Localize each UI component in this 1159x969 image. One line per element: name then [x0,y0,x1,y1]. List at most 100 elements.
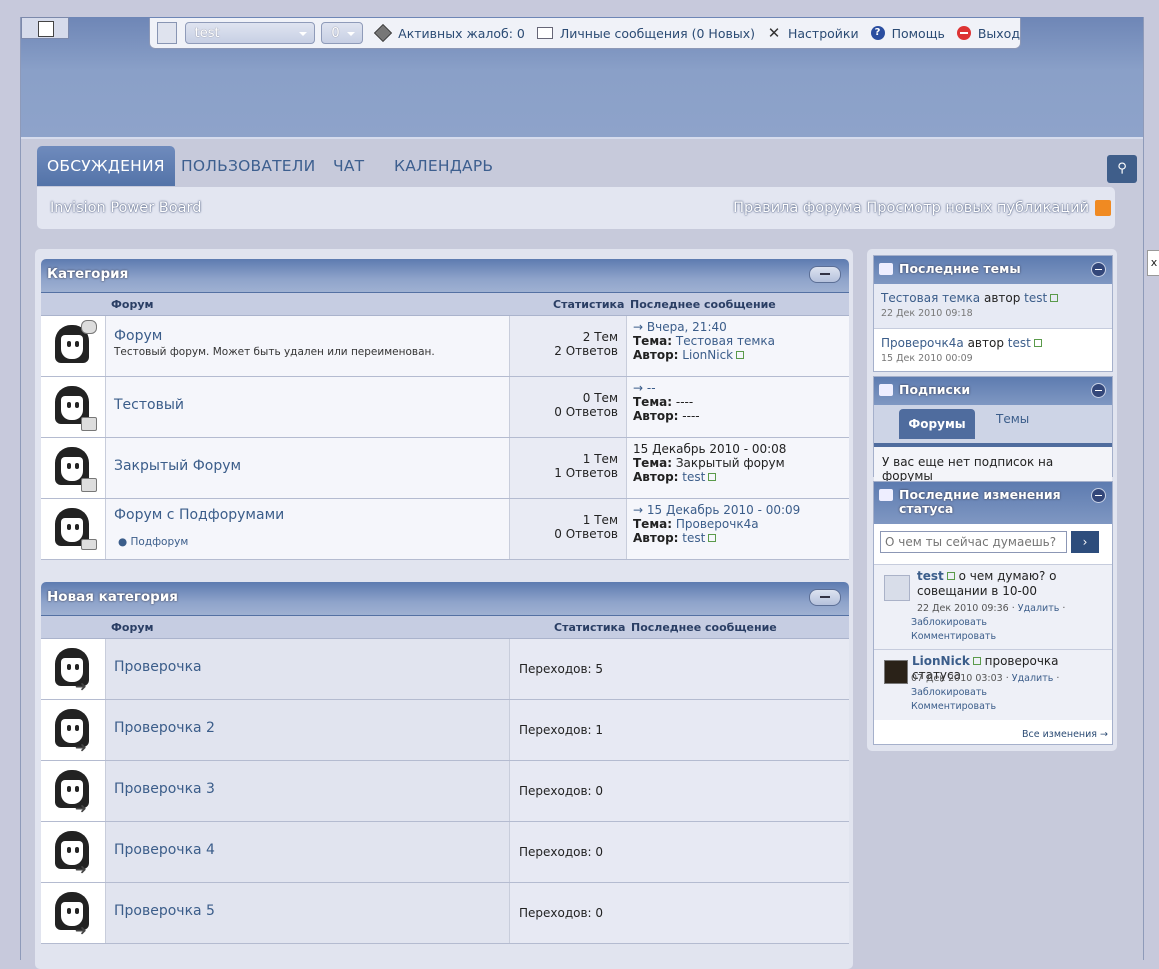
collapse-button[interactable] [809,589,841,606]
rss-icon[interactable] [1095,200,1111,216]
avatar[interactable] [884,660,908,684]
status-icon [879,489,893,501]
forum-stats: 1 Тем 0 Ответов [509,499,627,559]
user-menu-dropdown[interactable]: test [184,22,316,44]
tab-users[interactable]: ПОЛЬЗОВАТЕЛИ [181,146,315,186]
external-link-icon [1050,294,1059,302]
username: test [194,26,220,41]
logout-icon [956,26,971,40]
logo-icon[interactable] [21,17,69,39]
redirect-forum-icon: ➜ [41,822,106,882]
column-headers: Форум Статистика Последнее сообщение [41,616,849,639]
forum-icon [41,438,106,498]
table-row: Закрытый Форум 1 Тем 1 Ответов 15 Декабрь… [41,438,849,499]
block-header: Последние темы [874,256,1112,284]
status-input[interactable] [880,531,1067,553]
notifications-dropdown[interactable]: 0 [321,22,364,44]
table-row: ➜ Проверочка 2 Переходов: 1 [41,700,849,761]
list-item: LionNick проверочка статуса 07 Дек 2010 … [874,650,1112,720]
forum-name[interactable]: Проверочка 2 [114,720,215,736]
redirect-forum-icon: ➜ [41,639,106,699]
redirect-count: Переходов: 1 [509,700,849,760]
minimize-icon[interactable] [1091,383,1106,398]
status-updates-block: Последние изменения статуса › test о чем… [873,481,1113,745]
complaints-link[interactable]: Активных жалоб: 0 [374,23,525,43]
redirect-forum-icon: ➜ [41,700,106,760]
external-link-icon [946,572,955,580]
forum-name[interactable]: Проверочка 5 [114,903,215,919]
status-form: › [874,524,1112,565]
avatar[interactable] [884,575,910,601]
last-post: 15 Декабрь 2010 - 00:08 Тема: Закрытый ф… [633,442,787,484]
last-post: → Вчера, 21:40 Тема: Тестовая темка Авто… [633,320,775,362]
redirect-arrow-icon: ➜ [75,801,87,817]
breadcrumb-bar: Invision Power Board Правила форума Прос… [37,187,1115,229]
user-avatar[interactable] [157,22,177,44]
collapse-button[interactable] [809,266,841,283]
all-status-link[interactable]: Все изменения → [1022,729,1108,740]
forum-name[interactable]: Форум [114,328,162,344]
lock-icon [81,417,97,431]
external-link-icon [736,351,745,359]
help-icon: ? [870,26,885,40]
tab-forums[interactable]: Форумы [899,409,975,439]
redirect-arrow-icon: ➜ [75,679,87,695]
messages-link[interactable]: Личные сообщения (0 Новых) [536,26,755,41]
page-wrapper: test 0 Активных жалоб: 0 Личные сообщени… [20,17,1144,969]
search-button[interactable]: ⚲ [1107,155,1137,183]
forum-icon [41,499,106,559]
forum-icon [41,377,106,437]
table-row: Форум с Подфорумами ● Подфорум 1 Тем 0 От… [41,499,849,560]
redirect-forum-icon: ➜ [41,761,106,821]
minimize-icon[interactable] [1091,262,1106,277]
forum-stats: 0 Тем 0 Ответов [509,377,627,437]
sidebar: Последние темы Тестовая темка автор test… [867,249,1117,751]
external-link-icon [708,473,717,481]
forum-stats: 2 Тем 2 Ответов [509,316,627,376]
topics-icon [879,263,893,275]
category-header: Категория [41,259,849,293]
logout-link[interactable]: Выход [956,26,1020,41]
category-header: Новая категория [41,582,849,616]
forum-description: Тестовый форум. Может быть удален или пе… [114,346,435,358]
rules-link[interactable]: Правила форума [733,200,862,216]
lock-icon [81,478,97,492]
last-post: → 15 Декабрь 2010 - 00:09 Тема: Провероч… [633,503,801,545]
forum-name[interactable]: Проверочка 4 [114,842,215,858]
chevron-down-icon [347,32,356,36]
main-nav: ОБСУЖДЕНИЯ ПОЛЬЗОВАТЕЛИ ЧАТ КАЛЕНДАРЬ ⚲ [37,145,1137,187]
list-item: Проверочк4а автор test 15 Дек 2010 00:09 [874,329,1112,373]
category-block: Категория Форум Статистика Последнее соо… [41,259,849,560]
table-row: Форум Тестовый форум. Может быть удален … [41,316,849,377]
forum-name[interactable]: Проверочка 3 [114,781,215,797]
tab-discussions[interactable]: ОБСУЖДЕНИЯ [37,146,175,186]
close-icon[interactable]: x [1147,250,1159,276]
user-bar: test 0 Активных жалоб: 0 Личные сообщени… [149,18,1021,49]
redirect-forum-icon: ➜ [41,883,106,943]
table-row: ➜ Проверочка 4 Переходов: 0 [41,822,849,883]
forum-name[interactable]: Закрытый Форум [114,458,241,474]
minimize-icon[interactable] [1091,488,1106,503]
last-post: → -- Тема: ---- Автор: ---- [633,381,700,423]
tab-chat[interactable]: ЧАТ [333,146,364,186]
tab-calendar[interactable]: КАЛЕНДАРЬ [394,146,493,186]
forum-name[interactable]: Проверочка [114,659,202,675]
submit-status-button[interactable]: › [1071,531,1099,553]
speech-bubble-icon [81,320,97,334]
block-header: Последние изменения статуса [874,482,1112,524]
block-header: Подписки [874,377,1112,405]
board-name[interactable]: Invision Power Board [50,200,201,216]
tab-topics[interactable]: Темы [996,412,1029,426]
forum-name[interactable]: Форум с Подфорумами [114,507,284,523]
subforum-link[interactable]: ● Подфорум [118,536,188,548]
table-row: ➜ Проверочка Переходов: 5 [41,639,849,700]
forum-stats: 1 Тем 1 Ответов [509,438,627,498]
table-row: ➜ Проверочка 5 Переходов: 0 [41,883,849,944]
help-link[interactable]: ? Помощь [870,26,945,41]
new-posts-link[interactable]: Просмотр новых публикаций [866,200,1089,216]
chevron-down-icon [299,32,308,36]
subscriptions-tabs: Форумы Темы [874,405,1112,447]
mail-icon [81,539,97,550]
settings-link[interactable]: ✕ Настройки [767,26,859,41]
forum-name[interactable]: Тестовый [114,397,184,413]
